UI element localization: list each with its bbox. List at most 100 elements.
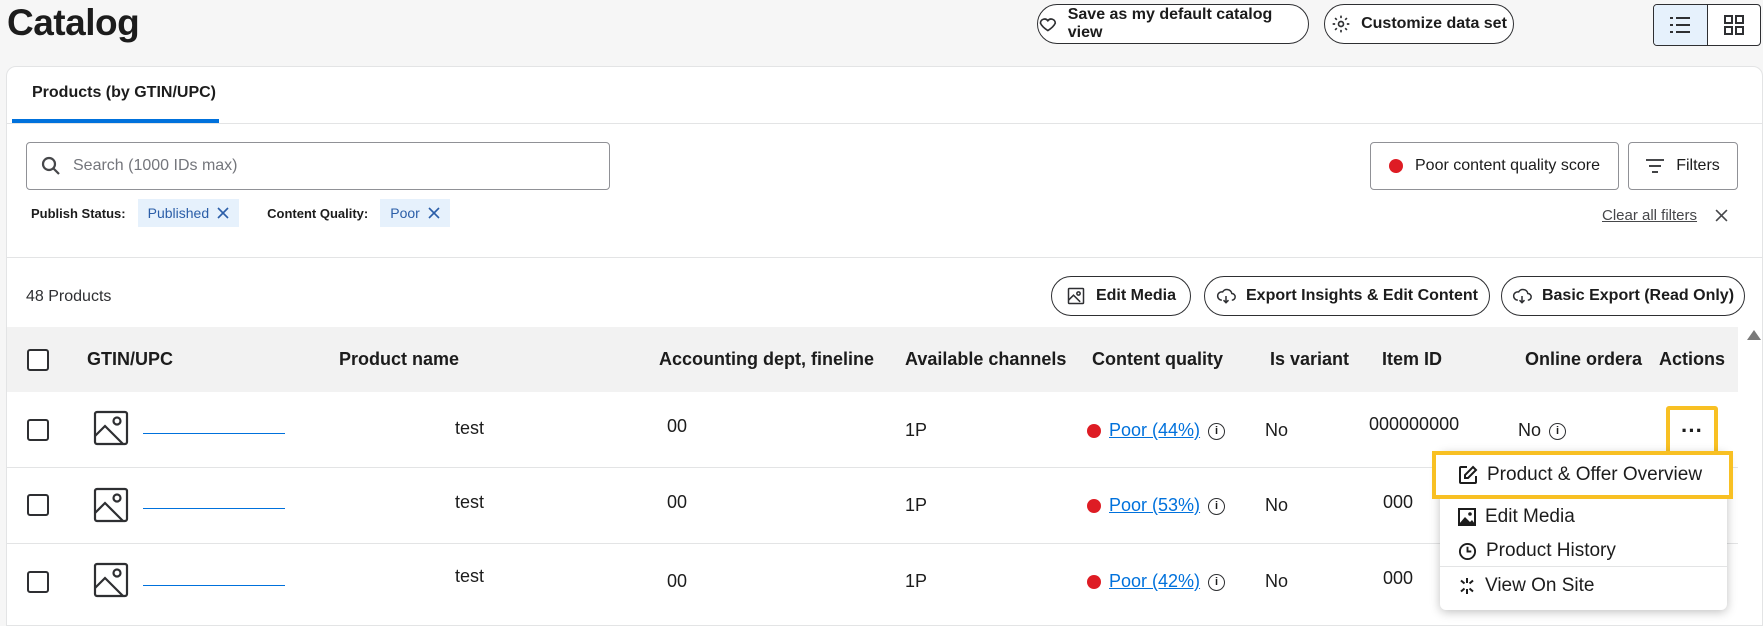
actions-menu: Product & Offer Overview Edit Media Prod… xyxy=(1432,451,1733,610)
clock-icon xyxy=(1458,542,1477,560)
export-insights-label: Export Insights & Edit Content xyxy=(1246,287,1478,304)
table-header: GTIN/UPC Product name Accounting dept, f… xyxy=(7,327,1738,392)
close-icon[interactable] xyxy=(217,207,229,219)
row-checkbox[interactable] xyxy=(27,571,49,593)
product-count: 48 Products xyxy=(26,288,112,305)
poor-status-dot xyxy=(1087,499,1101,514)
content-quality-link[interactable]: Poor (53%) xyxy=(1109,495,1200,515)
gtin-link[interactable] xyxy=(143,433,285,434)
clear-filters: Clear all filters xyxy=(1602,207,1728,224)
column-available-channels[interactable]: Available channels xyxy=(905,349,1066,370)
accounting-dept: 00 xyxy=(667,492,688,512)
save-default-view-button[interactable]: Save as my default catalog view xyxy=(1037,4,1309,44)
close-icon[interactable] xyxy=(428,207,440,219)
grid-view-button[interactable] xyxy=(1708,5,1761,45)
content-quality-label: Content Quality: xyxy=(267,205,369,221)
image-icon xyxy=(1067,287,1085,305)
row-checkbox[interactable] xyxy=(27,494,49,516)
poor-status-dot xyxy=(1087,575,1101,590)
column-item-id[interactable]: Item ID xyxy=(1382,349,1442,370)
content-quality-cell: Poor (53%) i xyxy=(1087,495,1226,516)
list-view-button[interactable] xyxy=(1654,5,1708,45)
is-variant: No xyxy=(1265,495,1289,515)
close-icon[interactable] xyxy=(1715,209,1728,222)
gtin-link[interactable] xyxy=(143,585,285,586)
menu-item-edit-media[interactable]: Edit Media xyxy=(1440,498,1727,536)
filters-button[interactable]: Filters xyxy=(1628,142,1738,190)
menu-item-view-on-site[interactable]: View On Site xyxy=(1440,566,1727,604)
menu-item-label: Product History xyxy=(1486,540,1616,561)
tab-divider xyxy=(7,123,1762,124)
column-product-name[interactable]: Product name xyxy=(339,349,459,370)
poor-filter-chip[interactable]: Poor xyxy=(380,199,450,227)
basic-export-button[interactable]: Basic Export (Read Only) xyxy=(1501,276,1745,316)
filters-divider xyxy=(7,257,1762,258)
search-icon xyxy=(41,156,60,175)
column-actions: Actions xyxy=(1659,349,1726,369)
filter-icon xyxy=(1646,159,1665,173)
filters-label: Filters xyxy=(1676,157,1720,174)
customize-label: Customize data set xyxy=(1361,15,1507,32)
poor-quality-filter-button[interactable]: Poor content quality score xyxy=(1370,142,1619,190)
content-quality-cell: Poor (42%) i xyxy=(1087,571,1226,592)
content-quality-link[interactable]: Poor (44%) xyxy=(1109,420,1200,440)
export-insights-button[interactable]: Export Insights & Edit Content xyxy=(1204,276,1490,316)
publish-status-label: Publish Status: xyxy=(31,205,126,221)
item-id: 000 xyxy=(1383,492,1414,512)
customize-data-set-button[interactable]: Customize data set xyxy=(1324,4,1514,44)
accounting-dept: 00 xyxy=(667,571,688,591)
clear-all-filters-link[interactable]: Clear all filters xyxy=(1602,207,1697,224)
menu-item-product-offer-overview[interactable]: Product & Offer Overview xyxy=(1432,451,1733,499)
menu-item-label: View On Site xyxy=(1485,574,1595,596)
content-quality-link[interactable]: Poor (42%) xyxy=(1109,571,1200,591)
item-id: 000000000 xyxy=(1369,414,1460,434)
column-accounting-dept[interactable]: Accounting dept, fineline xyxy=(659,349,874,370)
row-checkbox[interactable] xyxy=(27,419,49,441)
item-id: 000 xyxy=(1383,568,1414,588)
select-all-checkbox[interactable] xyxy=(27,349,49,371)
menu-item-label: Product & Offer Overview xyxy=(1487,464,1703,485)
basic-export-label: Basic Export (Read Only) xyxy=(1541,287,1735,304)
cloud-download-icon xyxy=(1216,288,1236,304)
heart-icon xyxy=(1039,18,1057,32)
published-chip-value: Published xyxy=(147,205,210,221)
tab-products[interactable]: Products (by GTIN/UPC) xyxy=(12,67,219,123)
image-placeholder-icon xyxy=(93,562,129,598)
row-actions-button[interactable]: ··· xyxy=(1666,406,1718,456)
info-icon[interactable]: i xyxy=(1208,422,1226,440)
info-icon[interactable]: i xyxy=(1208,497,1226,515)
column-gtin[interactable]: GTIN/UPC xyxy=(87,349,173,370)
gear-icon xyxy=(1332,15,1350,33)
poor-status-dot xyxy=(1389,159,1403,173)
published-filter-chip[interactable]: Published xyxy=(137,199,240,227)
scroll-up-arrow[interactable] xyxy=(1747,330,1761,340)
info-icon[interactable]: i xyxy=(1208,573,1226,591)
product-name: test xyxy=(455,566,485,586)
menu-item-product-history[interactable]: Product History xyxy=(1440,532,1727,570)
view-toggle xyxy=(1653,4,1761,46)
column-content-quality[interactable]: Content quality xyxy=(1092,349,1223,370)
available-channels: 1P xyxy=(905,571,928,591)
poor-status-dot xyxy=(1087,424,1101,439)
more-icon: ··· xyxy=(1681,418,1703,443)
edit-media-button[interactable]: Edit Media xyxy=(1051,276,1191,316)
gtin-link[interactable] xyxy=(143,508,285,509)
column-online-ordera[interactable]: Online ordera xyxy=(1525,349,1642,370)
accounting-dept: 00 xyxy=(667,416,688,436)
poor-chip-value: Poor xyxy=(390,205,420,221)
grid-icon xyxy=(1723,15,1744,35)
save-default-view-label: Save as my default catalog view xyxy=(1067,6,1273,41)
search-input[interactable]: Search (1000 IDs max) xyxy=(26,142,610,190)
online-ordera-cell: No i xyxy=(1518,420,1567,441)
is-variant: No xyxy=(1265,420,1289,440)
edit-icon xyxy=(1459,465,1478,484)
info-icon[interactable]: i xyxy=(1549,422,1567,440)
active-filters: Publish Status: Published Content Qualit… xyxy=(31,199,450,227)
spark-icon xyxy=(1460,577,1474,594)
available-channels: 1P xyxy=(905,420,928,440)
online-ordera-value: No xyxy=(1518,420,1542,440)
search-placeholder: Search (1000 IDs max) xyxy=(73,157,238,174)
column-is-variant[interactable]: Is variant xyxy=(1270,349,1349,370)
cloud-download-icon xyxy=(1512,288,1532,304)
list-icon xyxy=(1670,17,1691,33)
